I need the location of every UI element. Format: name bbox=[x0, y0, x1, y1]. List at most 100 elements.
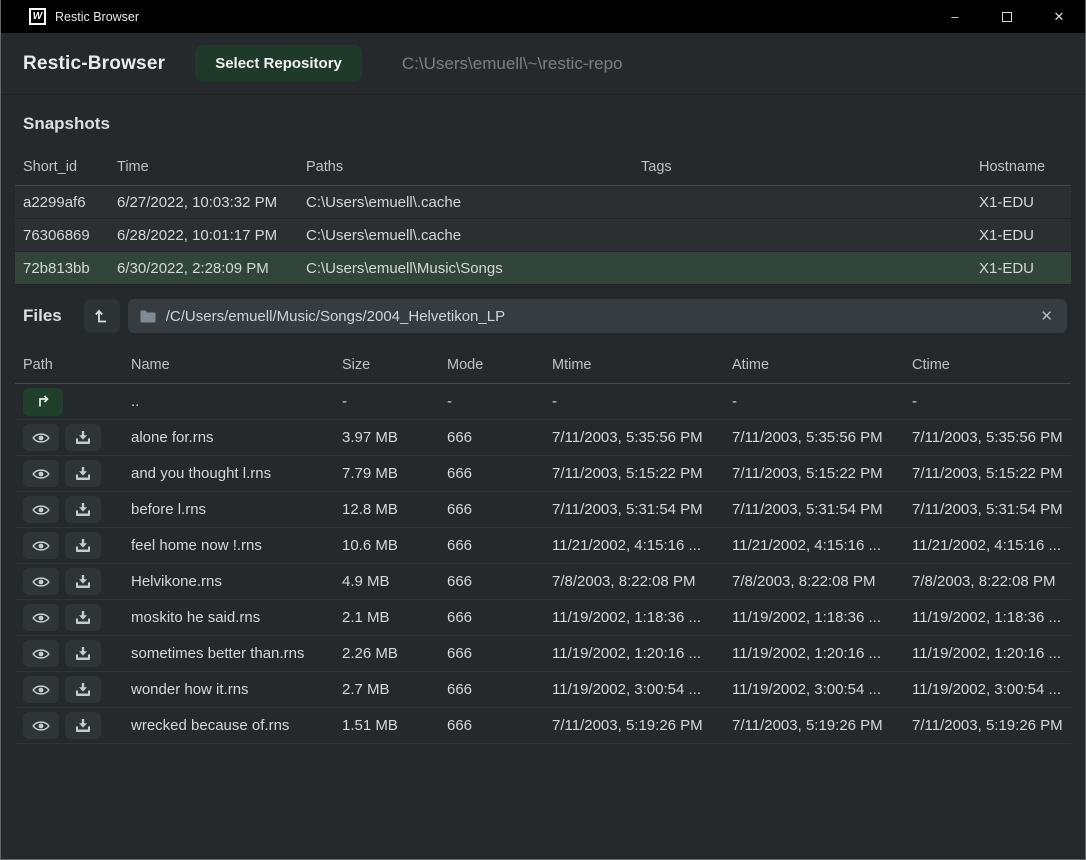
file-size: 2.1 MB bbox=[334, 609, 439, 626]
file-row[interactable]: Helvikone.rns 4.9 MB 666 7/8/2003, 8:22:… bbox=[15, 564, 1071, 600]
download-file-button[interactable] bbox=[65, 712, 101, 739]
file-ctime: 11/21/2002, 4:15:16 ... bbox=[904, 537, 1071, 554]
preview-file-button[interactable] bbox=[23, 532, 59, 559]
preview-file-button[interactable] bbox=[23, 568, 59, 595]
preview-file-button[interactable] bbox=[23, 460, 59, 487]
file-ctime: 7/11/2003, 5:31:54 PM bbox=[904, 501, 1071, 518]
window-controls: – ✕ bbox=[929, 0, 1085, 33]
file-mtime: 7/11/2003, 5:15:22 PM bbox=[544, 465, 724, 482]
snapshot-time: 6/28/2022, 10:01:17 PM bbox=[109, 227, 298, 244]
download-file-button[interactable] bbox=[65, 640, 101, 667]
download-file-button[interactable] bbox=[65, 460, 101, 487]
file-atime: 7/11/2003, 5:15:22 PM bbox=[724, 465, 904, 482]
file-row[interactable]: and you thought l.rns 7.79 MB 666 7/11/2… bbox=[15, 456, 1071, 492]
snapshot-row[interactable]: 72b813bb 6/30/2022, 2:28:09 PM C:\Users\… bbox=[15, 252, 1071, 285]
file-row[interactable]: alone for.rns 3.97 MB 666 7/11/2003, 5:3… bbox=[15, 420, 1071, 456]
current-path-box: ✕ bbox=[128, 299, 1067, 333]
file-col-size: Size bbox=[334, 357, 439, 373]
go-parent-button[interactable] bbox=[23, 388, 63, 416]
file-name: Helvikone.rns bbox=[123, 573, 334, 590]
file-row[interactable]: sometimes better than.rns 2.26 MB 666 11… bbox=[15, 636, 1071, 672]
snapshot-row[interactable]: 76306869 6/28/2022, 10:01:17 PM C:\Users… bbox=[15, 219, 1071, 252]
file-mtime: 7/11/2003, 5:35:56 PM bbox=[544, 429, 724, 446]
snapshot-hostname: X1-EDU bbox=[971, 227, 1071, 244]
file-row[interactable]: wrecked because of.rns 1.51 MB 666 7/11/… bbox=[15, 708, 1071, 744]
file-ctime: 11/19/2002, 1:18:36 ... bbox=[904, 609, 1071, 626]
file-size: 3.97 MB bbox=[334, 429, 439, 446]
preview-file-button[interactable] bbox=[23, 640, 59, 667]
file-mode: 666 bbox=[439, 573, 544, 590]
file-mtime: 7/11/2003, 5:31:54 PM bbox=[544, 501, 724, 518]
download-file-button[interactable] bbox=[65, 532, 101, 559]
eye-icon bbox=[32, 683, 50, 697]
file-atime: 11/21/2002, 4:15:16 ... bbox=[724, 537, 904, 554]
download-file-button[interactable] bbox=[65, 496, 101, 523]
folder-icon bbox=[140, 310, 156, 323]
file-atime: 7/11/2003, 5:35:56 PM bbox=[724, 429, 904, 446]
file-atime: 11/19/2002, 1:18:36 ... bbox=[724, 609, 904, 626]
select-repository-button[interactable]: Select Repository bbox=[195, 45, 362, 82]
eye-icon bbox=[32, 719, 50, 733]
file-mode: 666 bbox=[439, 717, 544, 734]
download-icon bbox=[75, 502, 91, 517]
file-size: 12.8 MB bbox=[334, 501, 439, 518]
file-col-ctime: Ctime bbox=[904, 357, 1071, 373]
file-mtime: - bbox=[544, 393, 724, 410]
file-row[interactable]: wonder how it.rns 2.7 MB 666 11/19/2002,… bbox=[15, 672, 1071, 708]
file-col-path: Path bbox=[15, 357, 123, 373]
snapshot-row[interactable]: a2299af6 6/27/2022, 10:03:32 PM C:\Users… bbox=[15, 186, 1071, 219]
file-ctime: 11/19/2002, 1:20:16 ... bbox=[904, 645, 1071, 662]
maximize-button[interactable] bbox=[981, 0, 1033, 33]
download-icon bbox=[75, 430, 91, 445]
files-bar: Files ✕ bbox=[1, 285, 1085, 346]
file-mtime: 7/8/2003, 8:22:08 PM bbox=[544, 573, 724, 590]
file-size: 1.51 MB bbox=[334, 717, 439, 734]
download-file-button[interactable] bbox=[65, 424, 101, 451]
file-row[interactable]: feel home now !.rns 10.6 MB 666 11/21/20… bbox=[15, 528, 1071, 564]
window-title: Restic Browser bbox=[55, 10, 929, 24]
snap-col-time: Time bbox=[109, 159, 298, 175]
app-title: Restic-Browser bbox=[23, 53, 165, 75]
download-icon bbox=[75, 718, 91, 733]
download-file-button[interactable] bbox=[65, 676, 101, 703]
snapshots-heading: Snapshots bbox=[1, 95, 1085, 148]
eye-icon bbox=[32, 647, 50, 661]
preview-file-button[interactable] bbox=[23, 424, 59, 451]
download-icon bbox=[75, 538, 91, 553]
file-size: 2.7 MB bbox=[334, 681, 439, 698]
snapshot-paths: C:\Users\emuell\Music\Songs bbox=[298, 260, 633, 277]
file-atime: - bbox=[724, 393, 904, 410]
file-col-mode: Mode bbox=[439, 357, 544, 373]
file-mtime: 11/21/2002, 4:15:16 ... bbox=[544, 537, 724, 554]
download-file-button[interactable] bbox=[65, 604, 101, 631]
download-icon bbox=[75, 682, 91, 697]
file-name: wrecked because of.rns bbox=[123, 717, 334, 734]
file-atime: 7/8/2003, 8:22:08 PM bbox=[724, 573, 904, 590]
level-up-button[interactable] bbox=[84, 299, 120, 333]
snapshot-short-id: 76306869 bbox=[15, 227, 109, 244]
snap-col-short-id: Short_id bbox=[15, 159, 109, 175]
path-input[interactable] bbox=[166, 308, 1039, 325]
parent-dir-row[interactable]: .. - - - - - bbox=[15, 384, 1071, 420]
minimize-button[interactable]: – bbox=[929, 0, 981, 33]
snapshots-table-header: Short_id Time Paths Tags Hostname bbox=[15, 148, 1071, 186]
close-button[interactable]: ✕ bbox=[1033, 0, 1085, 33]
file-ctime: - bbox=[904, 393, 1071, 410]
file-atime: 11/19/2002, 3:00:54 ... bbox=[724, 681, 904, 698]
download-icon bbox=[75, 610, 91, 625]
titlebar: W Restic Browser – ✕ bbox=[1, 0, 1085, 33]
preview-file-button[interactable] bbox=[23, 712, 59, 739]
preview-file-button[interactable] bbox=[23, 676, 59, 703]
file-mode: 666 bbox=[439, 609, 544, 626]
eye-icon bbox=[32, 503, 50, 517]
file-size: 7.79 MB bbox=[334, 465, 439, 482]
preview-file-button[interactable] bbox=[23, 496, 59, 523]
file-row[interactable]: before l.rns 12.8 MB 666 7/11/2003, 5:31… bbox=[15, 492, 1071, 528]
maximize-icon bbox=[1002, 12, 1012, 22]
file-row[interactable]: moskito he said.rns 2.1 MB 666 11/19/200… bbox=[15, 600, 1071, 636]
snap-col-hostname: Hostname bbox=[971, 159, 1071, 175]
file-size: 10.6 MB bbox=[334, 537, 439, 554]
download-file-button[interactable] bbox=[65, 568, 101, 595]
clear-path-button[interactable]: ✕ bbox=[1038, 307, 1055, 325]
preview-file-button[interactable] bbox=[23, 604, 59, 631]
